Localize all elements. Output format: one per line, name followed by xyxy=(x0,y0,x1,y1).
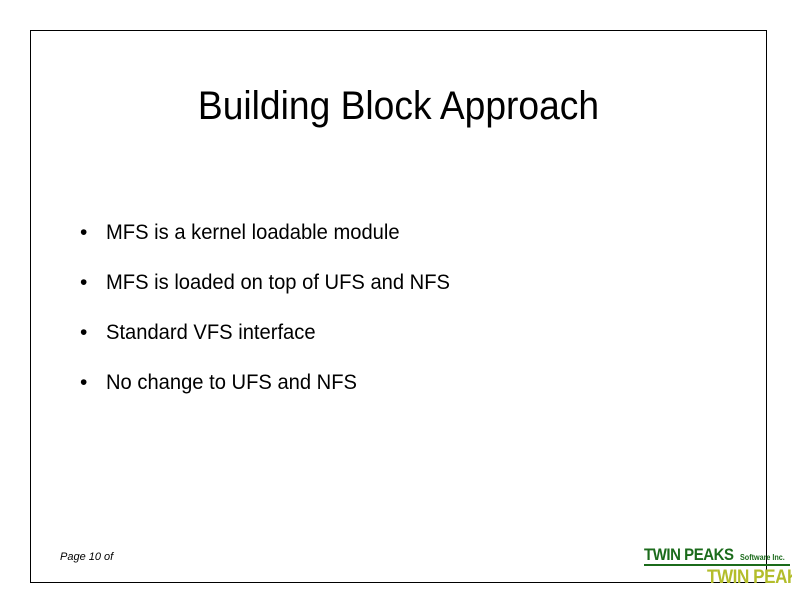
bullet-item-label: Standard VFS interface xyxy=(106,321,316,344)
twin-peaks-logo-tagline: Software Inc. xyxy=(739,553,785,562)
bullet-item-label: MFS is a kernel loadable module xyxy=(106,221,400,244)
bullet-point-icon: • xyxy=(80,321,88,344)
list-item: • Standard VFS interface xyxy=(72,318,692,368)
page-number-label: Page 10 of xyxy=(60,551,114,563)
list-item: • MFS is loaded on top of UFS and NFS xyxy=(72,268,692,318)
twin-peaks-logo-wordmark: TWIN PEAKS xyxy=(644,545,734,564)
list-item: • MFS is a kernel loadable module xyxy=(72,218,692,268)
twin-peaks-logo: TWIN PEAKS Software Inc. xyxy=(644,546,790,566)
bullet-point-icon: • xyxy=(80,371,88,394)
bullet-list: • MFS is a kernel loadable module • MFS … xyxy=(72,218,692,418)
bullet-point-icon: • xyxy=(80,221,88,244)
slide: Building Block Approach • MFS is a kerne… xyxy=(0,0,792,612)
bullet-item-label: No change to UFS and NFS xyxy=(106,371,358,394)
page-title: Building Block Approach xyxy=(197,84,600,128)
list-item: • No change to UFS and NFS xyxy=(72,368,692,418)
twin-peaks-logo-secondary: TWIN PEAKS xyxy=(707,567,792,588)
bullet-point-icon: • xyxy=(80,271,88,294)
bullet-item-label: MFS is loaded on top of UFS and NFS xyxy=(106,271,451,294)
